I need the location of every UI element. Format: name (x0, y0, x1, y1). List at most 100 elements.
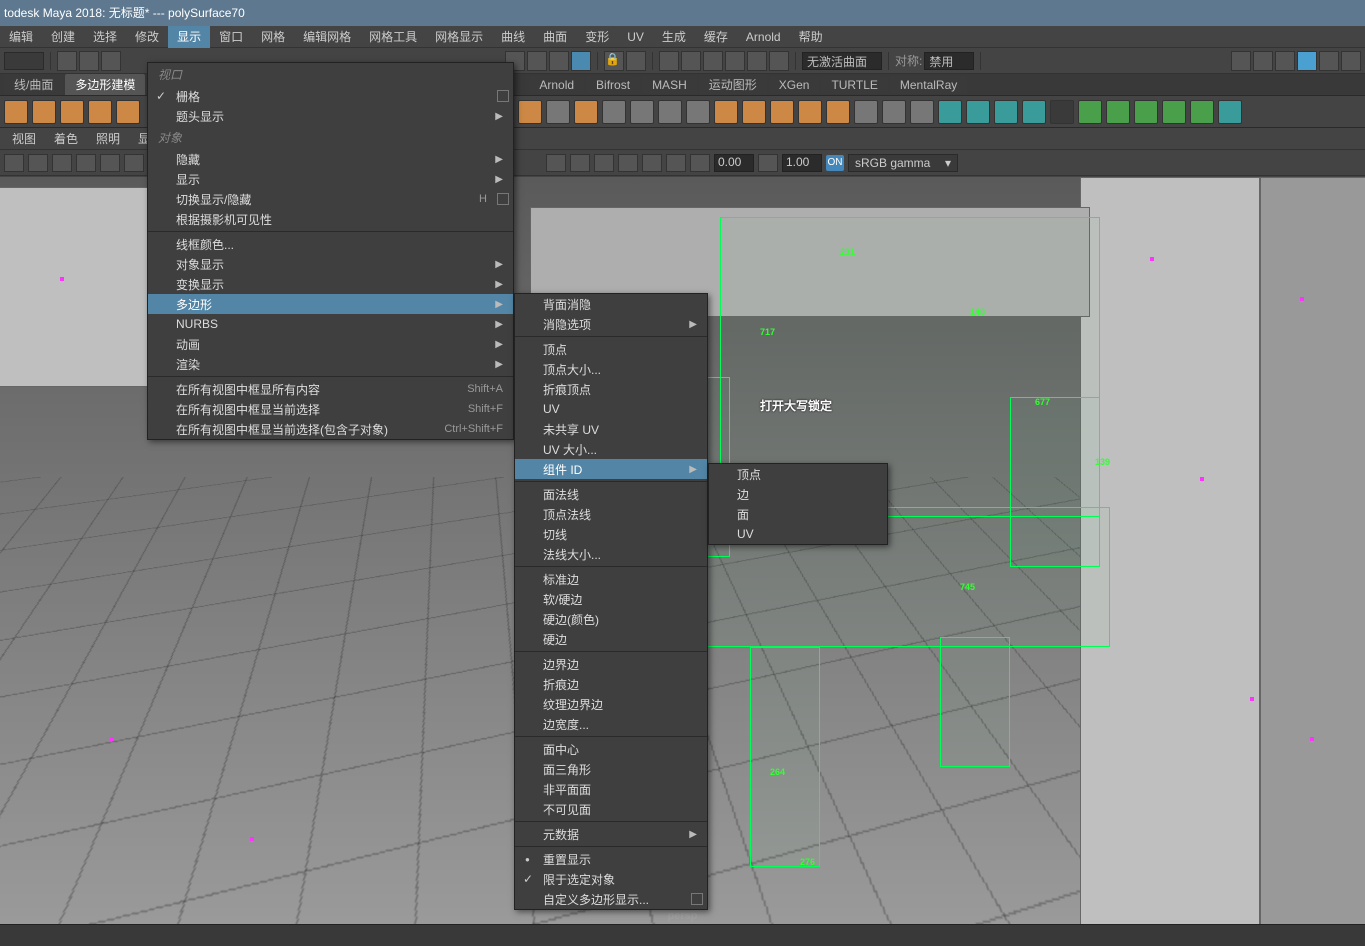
menu-curve[interactable]: 曲线 (492, 26, 534, 48)
connect-icon[interactable] (1106, 100, 1130, 124)
shelf-tab-polymodeling[interactable]: 多边形建模 (65, 74, 145, 95)
menu-item-face-normals[interactable]: 面法线 (515, 484, 707, 504)
menu-item-soft-hard-edges[interactable]: 软/硬边 (515, 589, 707, 609)
menu-window[interactable]: 窗口 (210, 26, 252, 48)
menu-item-limit-to-selected[interactable]: 限于选定对象 (515, 869, 707, 889)
menu-cache[interactable]: 缓存 (695, 26, 737, 48)
combine-icon[interactable] (854, 100, 878, 124)
menu-item-cid-edge[interactable]: 边 (709, 484, 887, 504)
menu-item-metadata[interactable]: 元数据▶ (515, 824, 707, 844)
light-button[interactable] (1319, 51, 1339, 71)
gamma-icon[interactable] (758, 154, 778, 172)
menu-item-standard-edges[interactable]: 标准边 (515, 569, 707, 589)
symmetry-dropdown[interactable]: 禁用 (924, 52, 974, 70)
poly-cone-icon[interactable] (88, 100, 112, 124)
lock-icon[interactable]: 🔒 (604, 51, 624, 71)
poly-gear-icon[interactable] (714, 100, 738, 124)
menu-item-reset-display[interactable]: 重置显示 (515, 849, 707, 869)
shelf-tab-xgen[interactable]: XGen (769, 76, 820, 94)
snap-live-button[interactable] (769, 51, 789, 71)
shelf-tab-motion[interactable]: 运动图形 (699, 74, 767, 95)
lasso-tool-button[interactable] (527, 51, 547, 71)
panel-menu-view[interactable]: 视图 (8, 130, 40, 147)
shelf-tab-turtle[interactable]: TURTLE (821, 76, 887, 94)
menu-generate[interactable]: 生成 (653, 26, 695, 48)
menu-item-crease-edges[interactable]: 折痕边 (515, 674, 707, 694)
panel-menu-lighting[interactable]: 照明 (92, 130, 124, 147)
poly-platonic-icon[interactable] (574, 100, 598, 124)
paint-tool-button[interactable] (549, 51, 569, 71)
menu-item-texture-border-edges[interactable]: 纹理边界边 (515, 694, 707, 714)
poly-cylinder-icon[interactable] (60, 100, 84, 124)
bridge-icon[interactable] (966, 100, 990, 124)
extrude-icon[interactable] (938, 100, 962, 124)
separate-icon[interactable] (882, 100, 906, 124)
menu-item-component-ids[interactable]: 组件 ID▶ (515, 459, 707, 479)
menu-edit-mesh[interactable]: 编辑网格 (294, 26, 360, 48)
shelf-tab-mash[interactable]: MASH (642, 76, 697, 94)
shaded-button[interactable] (570, 154, 590, 172)
menu-item-backface-culling[interactable]: 背面消隐 (515, 294, 707, 314)
menu-item-hard-edges[interactable]: 硬边 (515, 629, 707, 649)
poly-plane-icon[interactable] (518, 100, 542, 124)
menu-mesh-display[interactable]: 网格显示 (426, 26, 492, 48)
save-scene-button[interactable] (101, 51, 121, 71)
menu-edit[interactable]: 编辑 (0, 26, 42, 48)
menu-item-uvs[interactable]: UV (515, 399, 707, 419)
poly-torus-icon[interactable] (116, 100, 140, 124)
panel-layout-button[interactable] (1341, 51, 1361, 71)
panel-menu-shading[interactable]: 着色 (50, 130, 82, 147)
snap-curve-button[interactable] (681, 51, 701, 71)
menu-item-non-planar-faces[interactable]: 非平面面 (515, 779, 707, 799)
menu-item-object-display[interactable]: 对象显示▶ (148, 254, 513, 274)
shelf-tab-mentalray[interactable]: MentalRay (890, 76, 967, 94)
quad-draw-icon[interactable] (1134, 100, 1158, 124)
menu-item-unshared-uvs[interactable]: 未共享 UV (515, 419, 707, 439)
poly-super-icon[interactable] (770, 100, 794, 124)
open-scene-button[interactable] (79, 51, 99, 71)
menu-mesh[interactable]: 网格 (252, 26, 294, 48)
menu-item-transform-display[interactable]: 变换显示▶ (148, 274, 513, 294)
poly-pipe-icon[interactable] (658, 100, 682, 124)
menu-item-vertex-normals[interactable]: 顶点法线 (515, 504, 707, 524)
menu-item-cid-vertex[interactable]: 顶点 (709, 464, 887, 484)
menu-item-render[interactable]: 渲染▶ (148, 354, 513, 374)
bookmark-button[interactable] (28, 154, 48, 172)
menu-display[interactable]: 显示 (168, 26, 210, 48)
menu-item-cid-face[interactable]: 面 (709, 504, 887, 524)
poly-pyramid-icon[interactable] (630, 100, 654, 124)
poly-sphere-icon[interactable] (4, 100, 28, 124)
image-plane-button[interactable] (52, 154, 72, 172)
render-settings-button[interactable] (1275, 51, 1295, 71)
menu-create[interactable]: 创建 (42, 26, 84, 48)
lights-button[interactable] (618, 154, 638, 172)
menu-item-hard-edges-color[interactable]: 硬边(颜色) (515, 609, 707, 629)
wireframe-button[interactable] (546, 154, 566, 172)
menu-arnold[interactable]: Arnold (737, 26, 790, 48)
gamma-field[interactable]: 1.00 (782, 154, 822, 172)
menu-item-frame-selection[interactable]: 在所有视图中框显当前选择Shift+F (148, 399, 513, 419)
menu-item-culling-options[interactable]: 消隐选项▶ (515, 314, 707, 334)
ipr-button[interactable] (1253, 51, 1273, 71)
menu-item-uv-size[interactable]: UV 大小... (515, 439, 707, 459)
menu-item-grid[interactable]: 栅格 (148, 86, 513, 106)
menu-item-face-triangles[interactable]: 面三角形 (515, 759, 707, 779)
isolate-button[interactable] (666, 154, 686, 172)
menu-item-heads-up[interactable]: 题头显示▶ (148, 106, 513, 126)
poly-helix-icon[interactable] (686, 100, 710, 124)
select-camera-button[interactable] (4, 154, 24, 172)
film-gate-button[interactable] (100, 154, 120, 172)
menu-help[interactable]: 帮助 (790, 26, 832, 48)
highlight-button[interactable] (571, 51, 591, 71)
workspace-dropdown[interactable] (4, 52, 44, 70)
view-transform-dropdown[interactable]: sRGB gamma ▾ (848, 154, 958, 172)
new-scene-button[interactable] (57, 51, 77, 71)
poly-type-icon[interactable] (798, 100, 822, 124)
shadows-button[interactable] (642, 154, 662, 172)
menu-mesh-tools[interactable]: 网格工具 (360, 26, 426, 48)
poly-svg-icon[interactable] (826, 100, 850, 124)
poly-cube-icon[interactable] (32, 100, 56, 124)
append-icon[interactable] (1022, 100, 1046, 124)
poly-prism-icon[interactable] (602, 100, 626, 124)
grid-toggle-button[interactable] (76, 154, 96, 172)
